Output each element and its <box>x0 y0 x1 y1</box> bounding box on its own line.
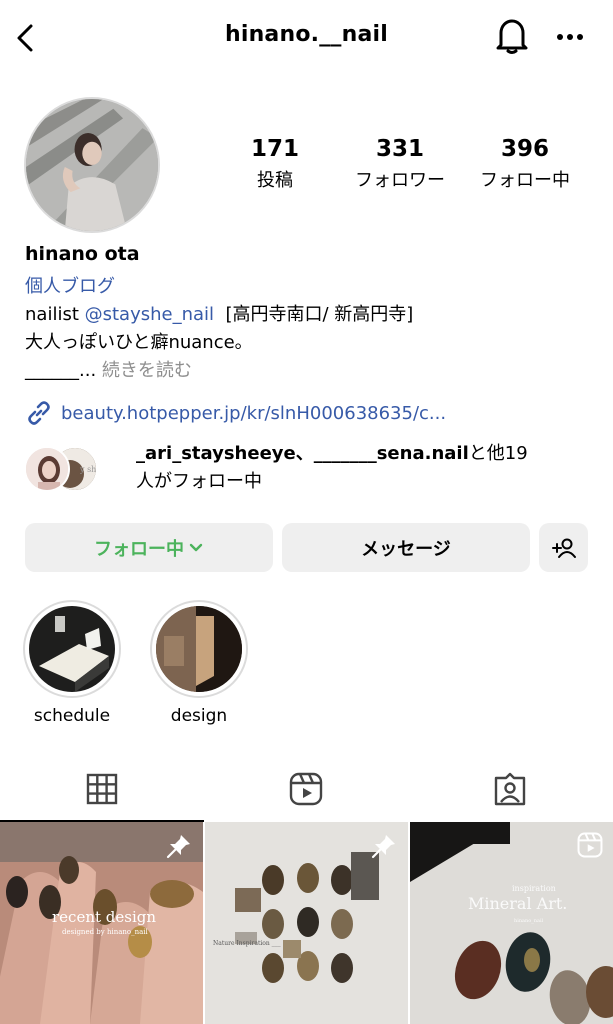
grid-icon <box>86 773 118 805</box>
highlight-schedule-label: schedule <box>33 706 111 726</box>
pin-icon <box>166 835 190 859</box>
bell-icon <box>496 19 528 54</box>
highlight-schedule-ring <box>23 600 121 698</box>
following-button-label: フォロー中 <box>94 538 184 560</box>
highlight-design-label: design <box>170 706 228 726</box>
stat-following-count: 396 <box>500 136 549 162</box>
highlight-design-ring <box>150 600 248 698</box>
profile-bio: hinano ota 個人ブログ nailist @stayshe_nail [… <box>25 243 595 384</box>
highlight-design[interactable]: design <box>149 600 249 726</box>
reels-icon <box>289 772 323 806</box>
post-tile-3[interactable]: inspiration Mineral Art. hinano_nail <box>410 822 613 1024</box>
notifications-button[interactable] <box>492 16 532 56</box>
post-3-caption-sub: hinano_nail <box>514 918 544 924</box>
stat-following-label: フォロー中 <box>480 170 570 191</box>
post-1-caption-title: recent design <box>52 908 157 926</box>
reel-icon <box>577 832 603 858</box>
posts-grid: recent design designed by hinano_nail Na… <box>0 822 613 1024</box>
follower-avatar-1 <box>24 446 70 492</box>
link-icon <box>28 401 50 425</box>
bio-nailist-text: nailist <box>25 304 85 325</box>
bio-mention-link[interactable]: @stayshe_nail <box>85 304 214 325</box>
more-horizontal-icon <box>557 34 583 40</box>
bio-location-text: [高円寺南口/ 新高円寺] <box>225 304 414 325</box>
followed-by-count: と他19 <box>468 443 528 464</box>
pin-icon <box>371 835 395 859</box>
tab-posts-grid[interactable] <box>0 756 204 822</box>
profile-link[interactable]: beauty.hotpepper.jp/kr/slnH000638635/c..… <box>25 396 446 430</box>
post-2-caption: Nature Inspiration ___ <box>213 940 281 947</box>
message-button[interactable]: メッセージ <box>282 523 530 572</box>
tab-tagged[interactable] <box>408 756 612 822</box>
followed-by-names: _ari_staysheeye、_______sena.nail <box>136 443 469 464</box>
stat-posts[interactable]: 171 投稿 <box>230 136 320 192</box>
tab-reels[interactable] <box>204 756 408 822</box>
post-tile-2[interactable]: Nature Inspiration ___ <box>205 822 408 1024</box>
top-bar: hinano.__nail <box>0 0 613 76</box>
profile-stats: 171 投稿 331 フォロワー 396 フォロー中 <box>230 136 590 196</box>
avatar-photo <box>26 99 158 231</box>
stat-posts-count: 171 <box>250 136 299 162</box>
profile-display-name: hinano ota <box>25 243 140 265</box>
profile-avatar[interactable] <box>24 97 160 233</box>
bio-line-3: ______... 続きを読む <box>25 356 595 384</box>
message-button-label: メッセージ <box>361 538 451 560</box>
stat-followers-count: 331 <box>375 136 424 162</box>
followed-by[interactable]: y she _ari_staysheeye、_______sena.nailと他… <box>24 440 594 500</box>
post-3-caption-title: Mineral Art. <box>468 894 568 913</box>
bio-line-1: nailist @stayshe_nail [高円寺南口/ 新高円寺] <box>25 300 595 328</box>
highlight-design-cover <box>156 606 242 692</box>
highlight-schedule[interactable]: schedule <box>22 600 122 726</box>
followed-by-text: _ari_staysheeye、_______sena.nailと他19 人がフ… <box>136 440 586 496</box>
stat-following[interactable]: 396 フォロー中 <box>470 136 580 192</box>
post-tile-1[interactable]: recent design designed by hinano_nail <box>0 822 203 1024</box>
post-1-caption-sub: designed by hinano_nail <box>62 928 148 936</box>
add-user-icon <box>551 538 576 558</box>
read-more-link[interactable]: 続きを読む <box>102 360 192 381</box>
post-3-caption-small: inspiration <box>512 884 556 893</box>
bio-line-2: 大人っぽいひと癖nuance。 <box>25 332 253 353</box>
highlight-schedule-cover <box>29 606 115 692</box>
stat-followers-label: フォロワー <box>355 170 445 191</box>
tagged-icon <box>494 772 526 806</box>
profile-link-text[interactable]: beauty.hotpepper.jp/kr/slnH000638635/c..… <box>61 403 446 424</box>
stat-followers[interactable]: 331 フォロワー <box>342 136 458 192</box>
stat-posts-label: 投稿 <box>257 170 293 191</box>
profile-tabs <box>0 756 613 822</box>
more-options-button[interactable] <box>552 22 588 52</box>
bio-truncated-text: ______... <box>25 360 102 381</box>
chevron-down-icon <box>189 543 203 551</box>
followed-by-line2: 人がフォロー中 <box>136 471 262 492</box>
following-button[interactable]: フォロー中 <box>25 523 273 572</box>
svg-text:y she: y she <box>79 465 98 474</box>
suggested-users-button[interactable] <box>539 523 588 572</box>
profile-category[interactable]: 個人ブログ <box>25 272 595 300</box>
